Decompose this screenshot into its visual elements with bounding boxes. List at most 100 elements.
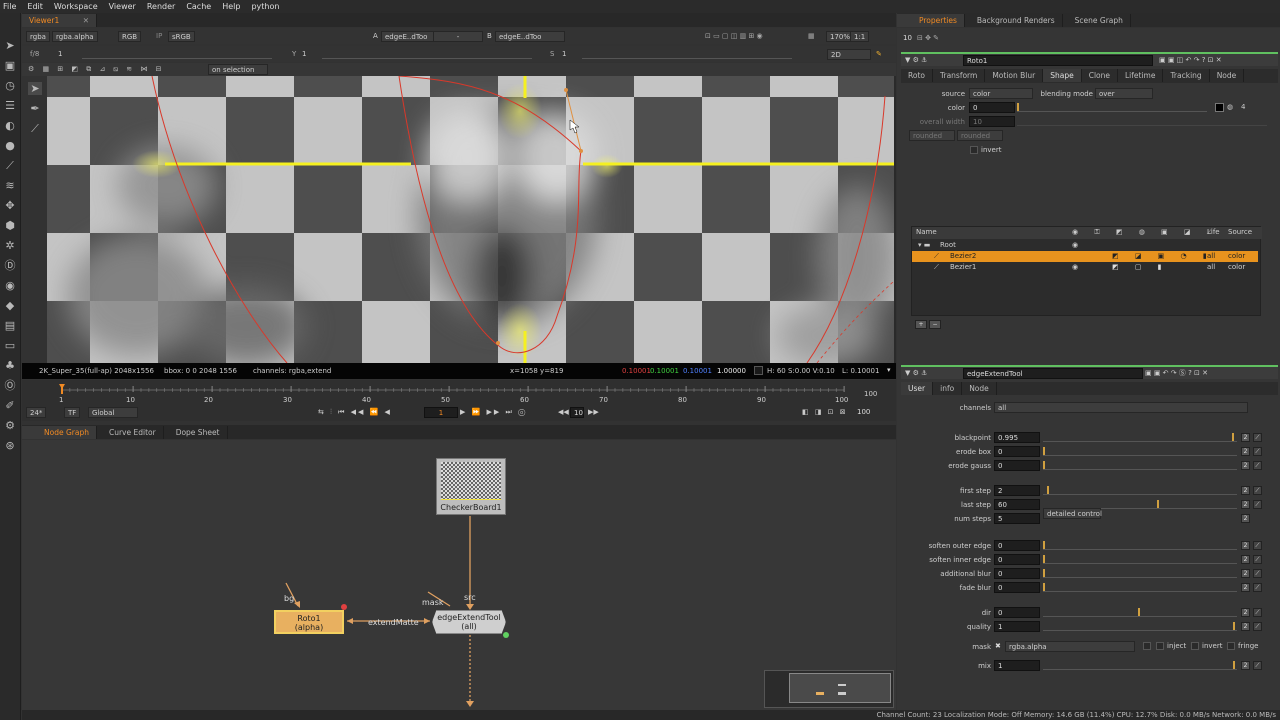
roto-name-field[interactable]: Roto1 xyxy=(963,55,1153,66)
tab-tracking[interactable]: Tracking xyxy=(1163,69,1210,82)
select-tool-icon[interactable]: ➤ xyxy=(28,82,42,95)
add-shape-button[interactable]: + xyxy=(915,320,927,329)
particles-icon[interactable]: ✲ xyxy=(3,239,17,252)
menu-workspace[interactable]: Workspace xyxy=(54,2,98,11)
viewer-scrollbar[interactable] xyxy=(894,76,896,363)
param-value-field[interactable]: 2 xyxy=(994,485,1040,496)
curve-button[interactable]: ⟋ xyxy=(1253,447,1262,456)
edge-extend-node[interactable]: edgeExtendTool (all) xyxy=(432,610,506,634)
tree-row-bezier1[interactable]: ⟋ Bezier1 ◉ ◩ ▢ ▮ all color xyxy=(912,262,1262,273)
edge-header-icons[interactable]: ▼ ⚙ ⚓ xyxy=(905,368,927,379)
settings-icon[interactable]: ⚙ xyxy=(3,419,17,432)
param-value-field[interactable]: 0.995 xyxy=(994,432,1040,443)
param-value-field[interactable]: 0 xyxy=(994,582,1040,593)
param-value-field[interactable]: 0 xyxy=(994,568,1040,579)
curve-button[interactable]: ⟋ xyxy=(1253,583,1262,592)
color-swatch-button[interactable] xyxy=(1215,103,1224,112)
close-icon[interactable]: ✕ xyxy=(83,14,89,27)
num-steps-anim-button[interactable]: 2 xyxy=(1241,514,1250,523)
bezier1-flag-icons[interactable]: ◩ ▢ ▮ xyxy=(1112,262,1169,273)
color-icon[interactable]: ◐ xyxy=(3,119,17,132)
menu-python[interactable]: python xyxy=(251,2,279,11)
param-slider[interactable] xyxy=(1043,583,1237,592)
checkerboard-node[interactable]: CheckerBoard1 xyxy=(436,458,506,515)
layers-icon[interactable]: ≋ xyxy=(3,179,17,192)
tab-transform[interactable]: Transform xyxy=(933,69,986,82)
curve-button[interactable]: ⟋ xyxy=(1253,541,1262,550)
param-value-field[interactable]: 0 xyxy=(994,540,1040,551)
invert-checkbox[interactable] xyxy=(970,146,978,154)
inject-checkbox[interactable] xyxy=(1156,642,1164,650)
viewer-tool-icons[interactable]: ⊡ ▭ ▢ ◫ ▥ ⊞ ◉ xyxy=(705,31,763,42)
eye-icon[interactable]: ◉ xyxy=(3,279,17,292)
timeline[interactable]: 1 10 20 30 40 50 60 70 80 90 100 100 xyxy=(22,380,896,408)
param-value-field[interactable]: 0 xyxy=(994,446,1040,457)
minimap-viewport[interactable] xyxy=(789,673,891,703)
other-icon[interactable]: Ⓞ xyxy=(3,379,17,392)
on-selection-dropdown[interactable]: on selection xyxy=(208,64,268,75)
color-slider[interactable] xyxy=(1017,103,1207,112)
saturation-value[interactable]: 1 xyxy=(562,49,566,60)
current-frame-field[interactable]: 1 xyxy=(424,407,458,418)
curve-button[interactable]: ⟋ xyxy=(1253,555,1262,564)
roto-header-icons[interactable]: ▼ ⚙ ⚓ xyxy=(905,55,927,66)
paint-icon[interactable]: ✎ xyxy=(876,49,882,60)
param-slider[interactable] xyxy=(1043,486,1237,495)
param-slider[interactable] xyxy=(1043,569,1237,578)
animation-button[interactable]: 2 xyxy=(1241,661,1250,670)
param-slider[interactable] xyxy=(1043,433,1237,442)
clock-icon[interactable]: ◷ xyxy=(3,79,17,92)
param-value-field[interactable]: 0 xyxy=(994,607,1040,618)
plugin-icon[interactable]: ♣ xyxy=(3,359,17,372)
edge-name-field[interactable]: edgeExtendTool xyxy=(963,368,1143,379)
fps-dropdown[interactable]: 24* xyxy=(26,407,47,418)
fstop-value[interactable]: 1 xyxy=(58,49,62,60)
mask-channel-dropdown[interactable]: rgba.alpha xyxy=(1005,641,1135,652)
step-forward-icon[interactable]: ▶▶ xyxy=(588,407,599,418)
roi-icon[interactable]: ▦ xyxy=(808,31,815,42)
info-dropdown-icon[interactable]: ▾ xyxy=(887,365,891,376)
menu-render[interactable]: Render xyxy=(147,2,175,11)
tab-scene-graph[interactable]: Scene Graph xyxy=(1063,14,1131,27)
param-value-field[interactable]: 0 xyxy=(994,460,1040,471)
tab-shape[interactable]: Shape xyxy=(1043,69,1082,82)
menu-icon[interactable]: ☰ xyxy=(3,99,17,112)
bezier-tool-icon[interactable]: ✒ xyxy=(28,102,42,115)
param-value-field[interactable]: 0 xyxy=(994,554,1040,565)
cc-icon[interactable]: ⊛ xyxy=(3,439,17,452)
tab-user[interactable]: User xyxy=(901,382,934,395)
menu-help[interactable]: Help xyxy=(222,2,240,11)
animation-button[interactable]: 2 xyxy=(1241,486,1250,495)
tab-viewer1[interactable]: Viewer1 ✕ xyxy=(22,14,97,27)
animation-button[interactable]: 2 xyxy=(1241,555,1250,564)
gain-slider[interactable] xyxy=(82,50,272,59)
roto-node[interactable]: Roto1 (alpha) xyxy=(274,610,344,634)
tab-node-graph[interactable]: Node Graph xyxy=(22,426,97,439)
param-value-field[interactable]: 1 xyxy=(994,621,1040,632)
overall-width-slider[interactable] xyxy=(1017,117,1267,126)
param-slider[interactable] xyxy=(1043,461,1237,470)
fstop-label[interactable]: f/8 xyxy=(30,49,39,60)
param-value-field[interactable]: 1 xyxy=(994,660,1040,671)
curve-button[interactable]: ⟋ xyxy=(1253,500,1262,509)
step-back-icon[interactable]: ◀◀ xyxy=(558,407,569,418)
compare-dropdown[interactable]: - xyxy=(433,31,483,42)
curve-icon[interactable]: ⟋ xyxy=(3,159,17,172)
ip-button[interactable]: IP xyxy=(156,31,162,42)
bezier1-visible-icon[interactable]: ◉ xyxy=(1072,262,1078,273)
animation-button[interactable]: 2 xyxy=(1241,569,1250,578)
channel-count[interactable]: 4 xyxy=(1241,102,1245,113)
max-panels-field[interactable]: 10 xyxy=(903,33,912,44)
viewer-canvas[interactable] xyxy=(47,76,894,363)
param-value-field[interactable]: 5 xyxy=(994,513,1040,524)
tag-icon[interactable]: ◆ xyxy=(3,299,17,312)
tab-node[interactable]: Node xyxy=(1210,69,1245,82)
curve-button[interactable]: ⟋ xyxy=(1253,486,1262,495)
gamma-value[interactable]: 1 xyxy=(302,49,306,60)
transport-forward-buttons[interactable]: ▶ ⏩ ▶▶ ⏭ ⓞ xyxy=(460,407,527,418)
tab-dope-sheet[interactable]: Dope Sheet xyxy=(164,426,228,439)
channels-dropdown[interactable]: all xyxy=(994,402,1248,413)
mask-enable-icon[interactable]: ✖ xyxy=(995,641,1001,652)
color-wheel-icon[interactable]: ◍ xyxy=(1227,102,1233,113)
detailed-control-button[interactable]: detailed control xyxy=(1043,508,1102,519)
